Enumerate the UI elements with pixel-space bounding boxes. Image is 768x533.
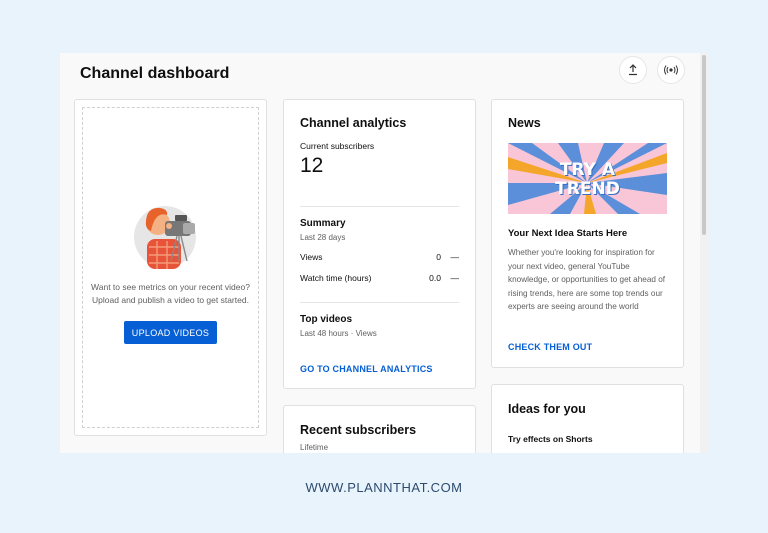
studio-window: Channel dashboard Want to see metrics on…: [60, 53, 708, 453]
summary-period: Last 28 days: [300, 233, 346, 242]
recent-subscribers-card: Recent subscribers Lifetime: [283, 405, 476, 453]
footer-url: WWW.PLANNTHAT.COM: [305, 480, 463, 495]
check-them-out-link[interactable]: CHECK THEM OUT: [508, 342, 592, 352]
scrollbar[interactable]: [700, 53, 708, 453]
channel-analytics-card: Channel analytics Current subscribers 12…: [283, 99, 476, 389]
subscribers-label: Current subscribers: [300, 141, 375, 151]
news-banner-image[interactable]: TRY A TREND: [508, 143, 667, 214]
news-body: Whether you're looking for inspiration f…: [508, 248, 666, 311]
divider: [300, 206, 459, 207]
page-title: Channel dashboard: [80, 65, 230, 82]
recent-subscribers-title: Recent subscribers: [300, 423, 417, 437]
ideas-card: Ideas for you Try effects on Shorts: [491, 384, 684, 453]
go-live-button[interactable]: [657, 56, 685, 84]
top-videos-period: Last 48 hours · Views: [300, 329, 377, 338]
ideas-title: Ideas for you: [508, 402, 586, 416]
metric-label: Views: [300, 252, 323, 262]
analytics-title: Channel analytics: [300, 116, 407, 130]
metric-trend: —: [450, 252, 460, 262]
upload-videos-button[interactable]: UPLOAD VIDEOS: [124, 321, 217, 344]
idea-item[interactable]: Try effects on Shorts: [508, 434, 593, 444]
divider: [300, 302, 459, 303]
upload-video-card: Want to see metrics on your recent video…: [74, 99, 267, 436]
go-to-analytics-link[interactable]: GO TO CHANNEL ANALYTICS: [300, 364, 433, 374]
metric-label: Watch time (hours): [300, 273, 372, 283]
live-broadcast-icon: [664, 65, 678, 75]
metric-row-watch-time: Watch time (hours) 0.0 —: [300, 273, 459, 283]
camera-operator-illustration: [134, 206, 196, 269]
top-videos-title: Top videos: [300, 314, 353, 325]
upload-prompt-text: Want to see metrics on your recent video…: [91, 282, 250, 305]
metric-row-views: Views 0 —: [300, 252, 459, 262]
metric-value: 0.0: [429, 273, 441, 283]
news-title: News: [508, 116, 541, 130]
metric-trend: —: [450, 273, 460, 283]
news-headline: Your Next Idea Starts Here: [508, 228, 628, 239]
news-card: News TRY A TREND Your Next Idea Starts H…: [491, 99, 684, 368]
news-banner-text-2: TREND: [555, 179, 620, 199]
news-banner-text-1: TRY A: [559, 160, 616, 180]
summary-title: Summary: [300, 218, 346, 229]
upload-icon: [629, 64, 637, 76]
scrollbar-thumb[interactable]: [702, 55, 706, 235]
upload-button[interactable]: [619, 56, 647, 84]
recent-subscribers-period: Lifetime: [300, 443, 329, 452]
subscribers-count: 12: [300, 154, 324, 177]
